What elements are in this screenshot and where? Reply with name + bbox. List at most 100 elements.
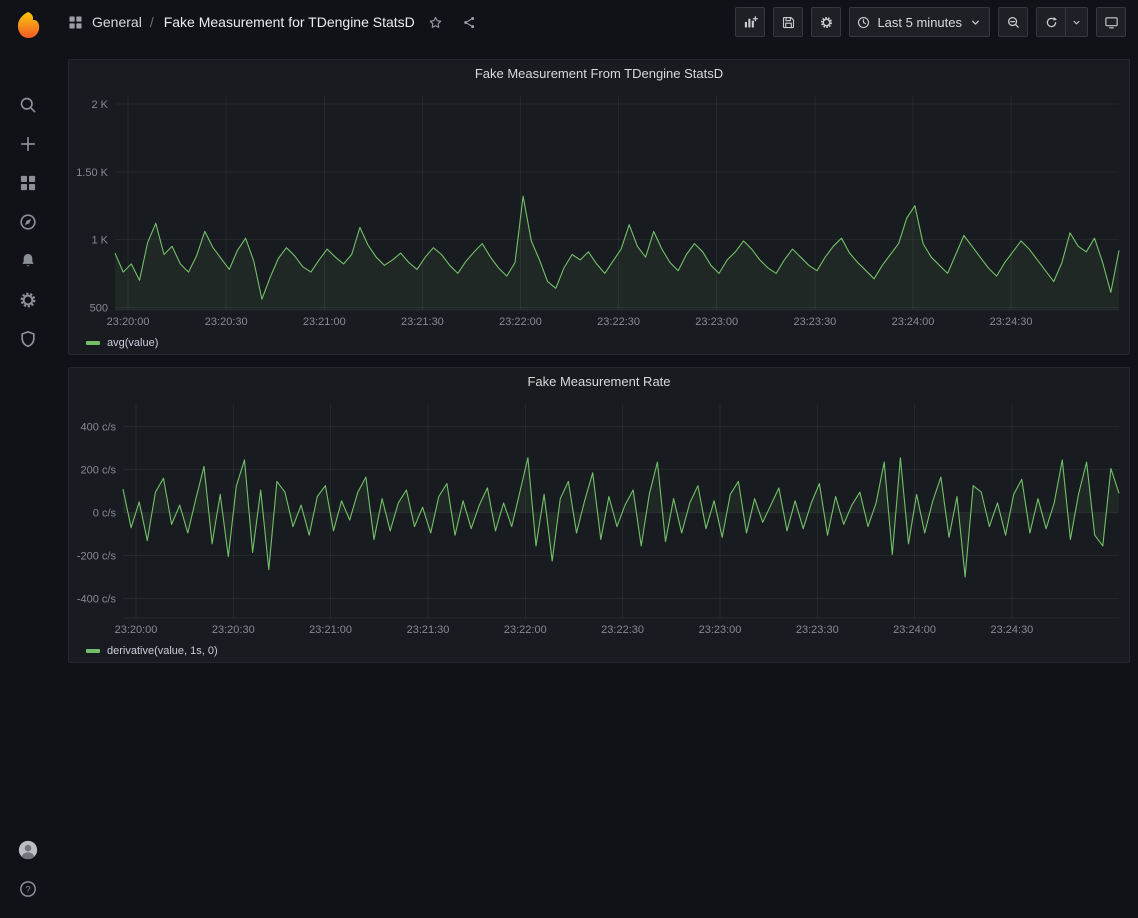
panel-header[interactable]: Fake Measurement Rate: [69, 368, 1129, 394]
panel-title: Fake Measurement From TDengine StatsD: [475, 66, 723, 81]
sidebar-item-server-admin[interactable]: [0, 319, 55, 358]
sidebar-item-create[interactable]: [0, 124, 55, 163]
legend-label[interactable]: avg(value): [107, 337, 158, 349]
star-icon: [428, 15, 443, 30]
refresh-dashboard-button[interactable]: [1036, 7, 1066, 37]
timeseries-chart: 23:20:00 23:20:30 23:21:00 23:21:30 23:22:00…: [69, 394, 1129, 640]
refresh-interval-dropdown[interactable]: [1066, 7, 1088, 37]
breadcrumb: General / Fake Measurement for TDengine …: [67, 9, 483, 35]
x-tick-label: 23:23:00: [699, 624, 742, 636]
y-tick-label: 500: [90, 302, 108, 314]
toolbar-actions: Last 5 minutes: [735, 7, 1126, 37]
y-tick-label: 200 c/s: [81, 465, 117, 477]
sidebar-item-alerting[interactable]: [0, 241, 55, 280]
search-icon: [18, 95, 38, 115]
share-dashboard-button[interactable]: [457, 9, 483, 35]
bell-icon: [18, 251, 38, 271]
legend-label[interactable]: derivative(value, 1s, 0): [107, 645, 218, 657]
grafana-logo[interactable]: [8, 7, 48, 43]
gear-icon: [18, 290, 38, 310]
refresh-button-group: [1036, 7, 1088, 37]
sidebar-nav: [0, 85, 55, 358]
x-tick-label: 23:22:30: [597, 316, 640, 328]
panel-body: 23:20:00 23:20:30 23:21:00 23:21:30 23:22:00…: [69, 394, 1129, 662]
x-tick-label: 23:21:00: [303, 316, 346, 328]
legend-swatch: [86, 341, 100, 345]
x-tick-label: 23:22:00: [499, 316, 542, 328]
breadcrumb-section[interactable]: General: [92, 14, 142, 30]
save-dashboard-button[interactable]: [773, 7, 803, 37]
time-range-label: Last 5 minutes: [877, 15, 962, 30]
x-tick-label: 23:24:30: [990, 624, 1033, 636]
grafana-logo-icon: [13, 10, 43, 40]
sidebar: ?: [0, 0, 55, 918]
cycle-view-mode-button[interactable]: [1096, 7, 1126, 37]
apps-grid-icon: [67, 14, 84, 31]
sidebar-item-configuration[interactable]: [0, 280, 55, 319]
panel-header[interactable]: Fake Measurement From TDengine StatsD: [69, 60, 1129, 86]
main-area: General / Fake Measurement for TDengine …: [55, 0, 1138, 918]
time-range-picker[interactable]: Last 5 minutes: [849, 7, 990, 37]
tv-monitor-icon: [1104, 15, 1119, 30]
sidebar-item-dashboards[interactable]: [0, 163, 55, 202]
gear-icon: [819, 15, 834, 30]
x-tick-label: 23:24:00: [892, 316, 935, 328]
panel-body: 23:20:0023:20:3023:21:0023:21:3023:22:00…: [69, 86, 1129, 354]
y-tick-label: 400 c/s: [81, 422, 117, 434]
add-panel-button[interactable]: [735, 7, 765, 37]
add-panel-icon: [743, 15, 758, 30]
y-tick-label: -200 c/s: [77, 551, 117, 563]
x-tick-label: 23:21:00: [309, 624, 352, 636]
series-area: [123, 458, 1119, 577]
panel-fake-measurement-rate: Fake Measurement Rate 23:20:0023:20:3023…: [68, 367, 1130, 663]
x-tick-label: 23:21:30: [407, 624, 450, 636]
clock-icon: [856, 15, 871, 30]
share-icon: [462, 15, 477, 30]
panel-fake-measurement: Fake Measurement From TDengine StatsD 23…: [68, 59, 1130, 355]
x-tick-label: 23:21:30: [401, 316, 444, 328]
y-tick-label: 1.50 K: [76, 167, 108, 179]
y-tick-label: 2 K: [91, 99, 108, 111]
refresh-icon: [1044, 15, 1059, 30]
x-tick-label: 23:20:30: [212, 624, 255, 636]
x-tick-label: 23:24:00: [893, 624, 936, 636]
help-button[interactable]: ?: [0, 869, 55, 908]
panel-title: Fake Measurement Rate: [527, 374, 670, 389]
x-tick-label: 23:23:30: [793, 316, 836, 328]
sidebar-bottom: ?: [0, 830, 55, 918]
x-tick-label: 23:20:00: [107, 316, 150, 328]
chevron-down-icon: [968, 15, 983, 30]
chart-legend: derivative(value, 1s, 0): [69, 640, 1129, 662]
avatar-icon: [17, 839, 39, 861]
sidebar-item-search[interactable]: [0, 85, 55, 124]
plus-icon: [18, 134, 38, 154]
chart-legend: avg(value): [69, 332, 1129, 354]
sidebar-item-explore[interactable]: [0, 202, 55, 241]
y-tick-label: 1 K: [91, 235, 108, 247]
star-dashboard-button[interactable]: [423, 9, 449, 35]
x-tick-label: 23:22:00: [504, 624, 547, 636]
x-tick-label: 23:22:30: [601, 624, 644, 636]
user-avatar-button[interactable]: [0, 830, 55, 869]
zoom-out-time-button[interactable]: [998, 7, 1028, 37]
svg-text:?: ?: [25, 884, 30, 895]
breadcrumb-dashboard-title[interactable]: Fake Measurement for TDengine StatsD: [164, 14, 415, 30]
x-tick-label: 23:23:30: [796, 624, 839, 636]
legend-swatch: [86, 649, 100, 653]
x-tick-label: 23:24:30: [990, 316, 1033, 328]
dashboards-grid-icon: [18, 173, 38, 193]
x-tick-label: 23:20:00: [115, 624, 158, 636]
save-icon: [781, 15, 796, 30]
dashboard-content: Fake Measurement From TDengine StatsD 23…: [55, 44, 1138, 918]
timeseries-chart: 23:20:0023:20:3023:21:0023:21:3023:22:00…: [69, 86, 1129, 332]
y-tick-label: 0 c/s: [93, 508, 117, 520]
chevron-down-icon: [1070, 16, 1083, 29]
help-icon: ?: [18, 879, 38, 899]
y-tick-label: -400 c/s: [77, 594, 117, 606]
shield-icon: [18, 329, 38, 349]
zoom-out-icon: [1006, 15, 1021, 30]
dashboard-settings-button[interactable]: [811, 7, 841, 37]
x-tick-label: 23:23:00: [695, 316, 738, 328]
series-area: [115, 196, 1119, 310]
breadcrumb-separator: /: [150, 14, 154, 30]
